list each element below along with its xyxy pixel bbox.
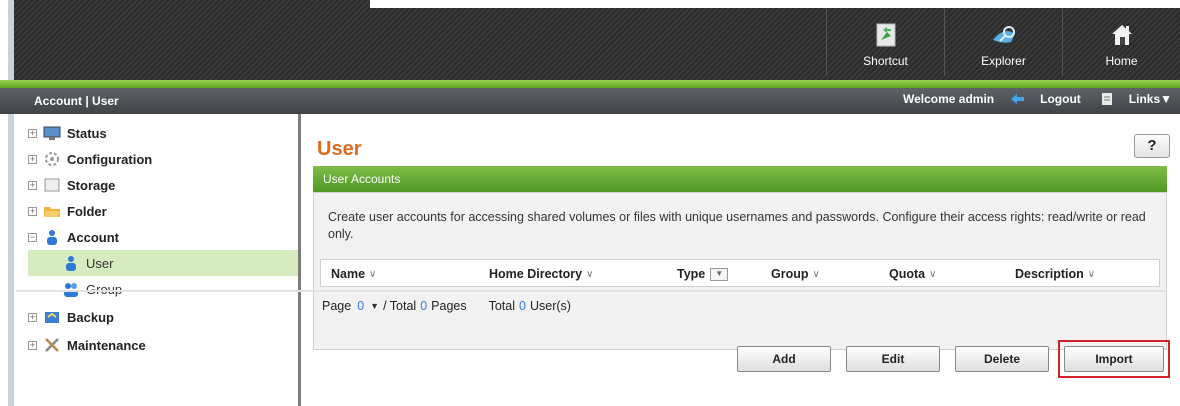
folder-icon [44,207,60,217]
column-label: Quota [889,267,926,281]
filter-dropdown-icon[interactable]: ▼ [710,267,729,281]
home-label: Home [1105,54,1138,68]
sidebar-item-user[interactable]: User [28,250,300,276]
logout-link[interactable]: Logout [1010,92,1081,106]
expand-icon[interactable]: + [28,206,37,216]
account-icon [47,230,57,245]
group-icon [64,283,78,297]
column-group[interactable]: Group ∨ [771,267,820,281]
sidebar-item-label: Configuration [67,151,153,167]
welcome-text: Welcome admin [902,92,995,106]
sidebar-item-account[interactable]: − Account [28,224,300,250]
table-header: Name ∨ Home Directory ∨ Type ▼ Group ∨ Quota… [320,259,1160,287]
sidebar-item-label: Group [86,281,123,297]
sidebar-item-label: User [86,255,114,271]
column-description[interactable]: Description ∨ [1015,267,1095,281]
total-pages: 0 [420,299,428,313]
expand-icon[interactable]: + [28,340,37,350]
column-label: Description [1015,267,1084,281]
import-button[interactable]: Import [1064,346,1164,372]
total-users: 0 [519,299,526,313]
sort-icon: ∨ [1087,268,1096,280]
page-label: Page [322,299,352,313]
monitor-icon [43,126,61,140]
top-nav: Shortcut Explorer Home [826,8,1180,76]
users-label: User(s) [529,299,571,313]
column-label: Type [677,267,706,281]
page-select[interactable]: 0 ▼ [357,299,379,313]
edit-button[interactable]: Edit [846,346,940,372]
sidebar: + Status + Configuration + Storage + Fol… [14,114,300,406]
links-menu[interactable]: Links▼ [1099,92,1172,106]
bottom-divider [16,290,1166,292]
column-label: Group [771,267,809,281]
sort-icon: ∨ [369,268,377,280]
expand-icon[interactable]: + [28,154,37,164]
sort-icon: ∨ [586,268,594,280]
column-name[interactable]: Name ∨ [331,267,376,281]
page-title: User [317,138,362,160]
expand-icon[interactable]: + [28,312,37,322]
column-quota[interactable]: Quota ∨ [889,267,936,281]
page-value: 0 [357,299,365,313]
logout-label: Logout [1040,92,1081,106]
expand-icon[interactable]: + [28,180,37,190]
user-icon [66,256,76,271]
home-icon [1111,25,1132,45]
expand-icon[interactable]: + [28,128,37,138]
sidebar-item-label: Status [67,125,107,141]
disk-icon [44,178,60,192]
main-content: User ? User Accounts Create user account… [301,114,1180,406]
logout-icon [1011,94,1025,104]
column-label: Home Directory [489,267,583,281]
column-type[interactable]: Type ▼ [677,267,729,281]
shortcut-button[interactable]: Shortcut [826,8,944,76]
sidebar-item-backup[interactable]: + Backup [28,304,300,330]
links-label: Links▼ [1128,92,1172,106]
collapse-icon[interactable]: − [28,232,37,242]
help-button[interactable]: ? [1134,134,1170,158]
header-top-edge [370,0,1180,8]
header-accent-line [0,80,1180,88]
column-home-directory[interactable]: Home Directory ∨ [489,267,593,281]
pages-label: Pages [431,299,467,313]
breadcrumb: Account | User [34,94,119,108]
sidebar-item-label: Maintenance [67,337,146,353]
home-button[interactable]: Home [1062,8,1180,76]
sidebar-item-label: Storage [67,177,116,193]
sort-icon: ∨ [812,268,820,280]
panel-description: Create user accounts for accessing share… [328,210,1146,241]
sidebar-item-label: Folder [67,203,107,219]
left-window-edge [0,0,14,406]
backup-icon [45,312,59,323]
explorer-button[interactable]: Explorer [944,8,1062,76]
sidebar-item-maintenance[interactable]: + Maintenance [28,332,300,358]
sort-icon: ∨ [929,268,937,280]
column-label: Name [331,267,366,281]
shortcut-label: Shortcut [863,54,908,68]
sidebar-item-status[interactable]: + Status [28,120,300,146]
gear-icon [45,152,59,166]
explorer-icon [992,26,1015,43]
total-label: / Total [383,299,417,313]
sidebar-item-label: Account [67,229,119,245]
panel-title: User Accounts [313,166,1167,192]
tools-icon [45,338,59,352]
total-users-label: Total [488,299,516,313]
shortcut-icon [876,23,895,47]
pager: Page 0 ▼ / Total 0 Pages Total 0 User(s) [322,299,571,313]
user-accounts-panel: Create user accounts for accessing share… [313,192,1167,350]
sub-header-bar: Account | User Welcome admin Logout Link… [0,88,1180,114]
explorer-label: Explorer [981,54,1026,68]
sidebar-item-label: Backup [67,309,114,325]
sidebar-item-group[interactable]: Group [28,276,300,302]
delete-button[interactable]: Delete [955,346,1049,372]
sidebar-item-configuration[interactable]: + Configuration [28,146,300,172]
sidebar-item-folder[interactable]: + Folder [28,198,300,224]
sidebar-item-storage[interactable]: + Storage [28,172,300,198]
document-icon [1101,93,1112,105]
chevron-down-icon: ▼ [370,301,380,311]
add-button[interactable]: Add [737,346,831,372]
